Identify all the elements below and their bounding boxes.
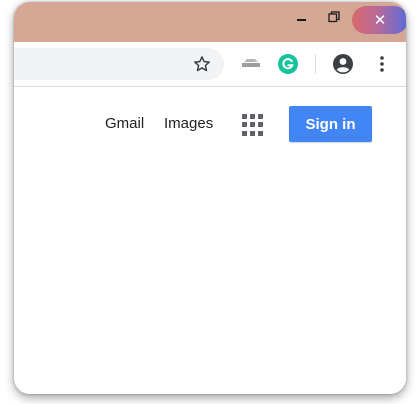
profile-button[interactable]: [331, 52, 355, 76]
browser-menu-button[interactable]: [370, 52, 394, 76]
profile-icon: [333, 54, 353, 74]
restore-icon: [328, 11, 340, 23]
close-button[interactable]: ✕: [352, 6, 406, 34]
star-icon: [194, 56, 210, 72]
images-link[interactable]: Images: [164, 115, 213, 132]
close-icon: ✕: [373, 12, 387, 29]
sign-in-button[interactable]: Sign in: [289, 106, 372, 142]
page-content: Gmail Images Sign in: [14, 87, 406, 394]
restore-button[interactable]: [317, 2, 351, 32]
title-bar: ✕: [14, 2, 406, 42]
gmail-link[interactable]: Gmail: [105, 115, 144, 132]
grammarly-button[interactable]: [276, 52, 300, 76]
toolbar-divider: [315, 54, 316, 74]
apps-grid-icon[interactable]: [242, 114, 264, 136]
browser-window: ✕ Gmail Images Sign in: [14, 2, 406, 394]
minimize-button[interactable]: [284, 2, 318, 32]
extension-button[interactable]: [239, 52, 263, 76]
bookmark-star-button[interactable]: [190, 52, 214, 76]
grammarly-icon: [278, 54, 298, 74]
kebab-menu-icon: [380, 56, 384, 72]
minimize-icon: [296, 19, 306, 21]
browser-toolbar: [14, 42, 406, 87]
extension-icon: [242, 59, 260, 67]
